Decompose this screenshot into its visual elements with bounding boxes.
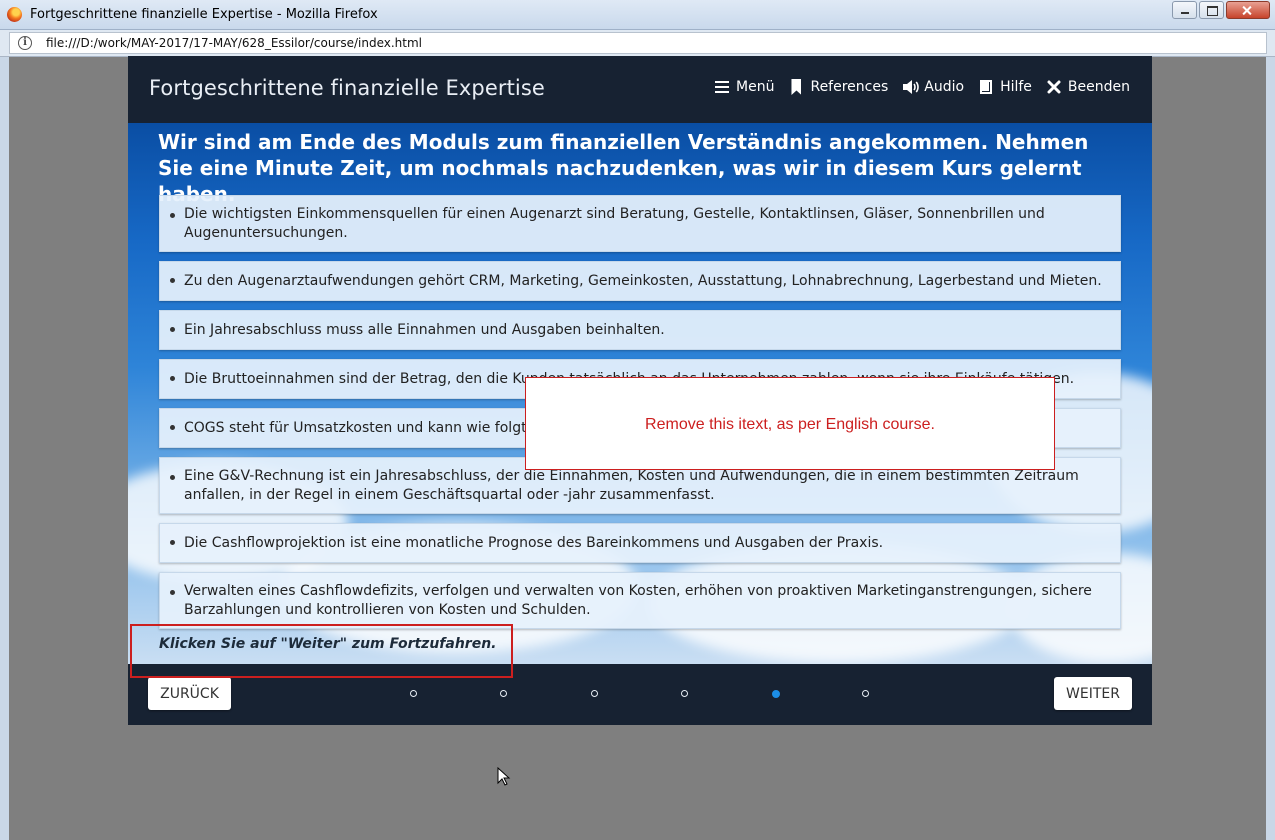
course-header: Fortgeschrittene finanzielle Expertise M… — [128, 56, 1152, 123]
url-text[interactable]: file:///D:/work/MAY-2017/17-MAY/628_Essi… — [46, 36, 422, 50]
course-nav: Menü References Audio Hilfe Beenden — [700, 79, 1130, 95]
speaker-icon — [902, 79, 920, 95]
next-button[interactable]: WEITER — [1054, 677, 1132, 710]
nav-menu[interactable]: Menü — [714, 79, 774, 95]
close-window-button[interactable] — [1226, 1, 1270, 19]
back-button[interactable]: ZURÜCK — [148, 677, 231, 710]
summary-item-text: Eine G&V-Rechnung ist ein Jahresabschlus… — [184, 467, 1079, 503]
review-highlight-box — [130, 624, 513, 678]
minimize-button[interactable] — [1172, 1, 1197, 19]
page-dot[interactable] — [862, 690, 869, 697]
mouse-cursor-icon — [497, 767, 511, 786]
close-icon — [1046, 79, 1062, 95]
page-dot[interactable] — [591, 690, 598, 697]
review-comment-box: Remove this itext, as per English course… — [525, 377, 1055, 470]
page-dot[interactable] — [681, 690, 688, 697]
nav-references-label: References — [810, 79, 889, 95]
help-icon — [978, 79, 994, 95]
nav-exit-label: Beenden — [1067, 79, 1130, 95]
summary-item: Zu den Augenarztaufwendungen gehört CRM,… — [159, 261, 1121, 301]
window-controls — [1172, 1, 1270, 19]
maximize-button[interactable] — [1199, 1, 1224, 19]
page-dot[interactable] — [500, 690, 507, 697]
page-dot-current[interactable] — [772, 690, 780, 698]
summary-item: Die wichtigsten Einkommensquellen für ei… — [159, 195, 1121, 252]
course-title: Fortgeschrittene finanzielle Expertise — [149, 76, 545, 100]
address-bar[interactable]: i file:///D:/work/MAY-2017/17-MAY/628_Es… — [9, 32, 1267, 54]
summary-item: Ein Jahresabschluss muss alle Einnahmen … — [159, 310, 1121, 350]
summary-item-text: Zu den Augenarztaufwendungen gehört CRM,… — [184, 272, 1102, 289]
info-icon[interactable]: i — [18, 36, 32, 50]
nav-menu-label: Menü — [736, 79, 775, 95]
summary-item: Die Cashflowprojektion ist eine monatlic… — [159, 523, 1121, 563]
menu-icon — [714, 79, 730, 95]
address-bar-container: i file:///D:/work/MAY-2017/17-MAY/628_Es… — [0, 30, 1275, 57]
nav-references[interactable]: References — [788, 79, 888, 95]
summary-item-text: Verwalten eines Cashflowdefizits, verfol… — [184, 582, 1092, 618]
nav-audio-label: Audio — [924, 79, 965, 95]
firefox-icon — [7, 7, 22, 22]
nav-audio[interactable]: Audio — [902, 79, 964, 95]
nav-help-label: Hilfe — [1000, 79, 1032, 95]
summary-item-text: Die wichtigsten Einkommensquellen für ei… — [184, 205, 1045, 241]
nav-exit[interactable]: Beenden — [1046, 79, 1130, 95]
summary-item: Verwalten eines Cashflowdefizits, verfol… — [159, 572, 1121, 629]
nav-help[interactable]: Hilfe — [978, 79, 1032, 95]
bookmark-icon — [788, 79, 804, 95]
summary-item-text: Ein Jahresabschluss muss alle Einnahmen … — [184, 321, 665, 338]
window-border-left — [0, 57, 9, 840]
window-title: Fortgeschrittene finanzielle Expertise -… — [30, 7, 378, 22]
summary-item-text: Die Cashflowprojektion ist eine monatlic… — [184, 534, 884, 551]
window-border-right — [1266, 57, 1275, 840]
window-titlebar: Fortgeschrittene finanzielle Expertise -… — [0, 0, 1275, 30]
page-dot[interactable] — [410, 690, 417, 697]
review-comment-text: Remove this itext, as per English course… — [645, 416, 935, 433]
